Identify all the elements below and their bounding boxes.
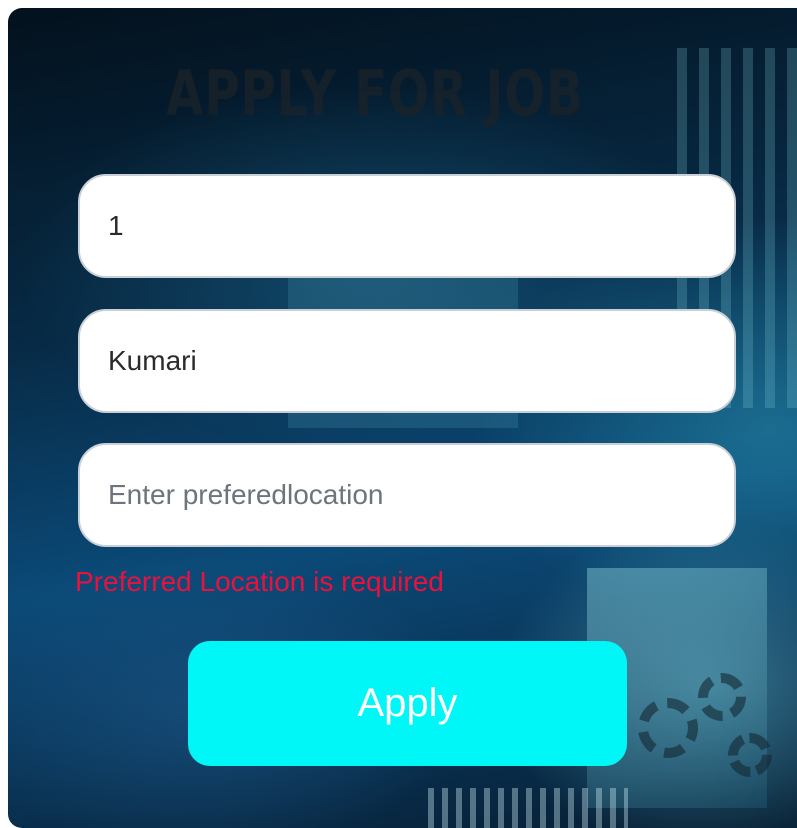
location-error-message: Preferred Location is required [75,566,444,597]
form-title: APPLY FOR JOB [166,57,584,130]
first-input-field[interactable] [78,174,736,278]
apply-button[interactable]: Apply [188,641,627,766]
gear-icon [638,698,698,758]
gear-icon [698,673,746,721]
preferred-location-input[interactable] [78,443,736,547]
gear-icon [728,733,772,777]
name-input-field[interactable] [78,309,736,413]
background-bottom-bars [428,788,628,828]
